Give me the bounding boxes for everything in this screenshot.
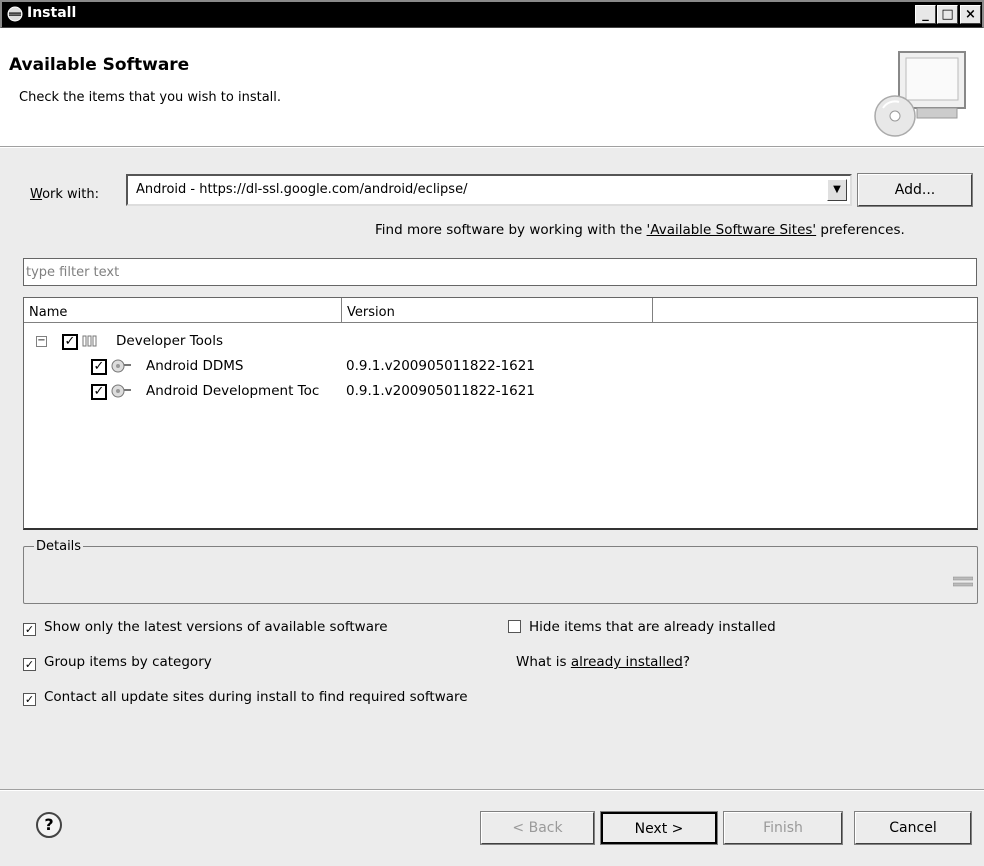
hide-installed-checkbox[interactable] bbox=[508, 620, 521, 633]
filter-input[interactable]: type filter text bbox=[23, 258, 977, 286]
latest-versions-checkbox[interactable]: ✓ bbox=[23, 623, 36, 636]
item-version: 0.9.1.v200905011822-1621 bbox=[346, 383, 535, 399]
category-icon bbox=[82, 335, 97, 347]
minimize-button[interactable]: _ bbox=[915, 5, 936, 24]
eclipse-icon bbox=[7, 6, 23, 22]
banner-divider bbox=[0, 147, 984, 148]
more-details-icon[interactable] bbox=[953, 575, 973, 589]
maximize-button[interactable]: □ bbox=[937, 5, 958, 24]
already-installed-link[interactable]: already installed bbox=[571, 654, 683, 670]
page-title: Available Software bbox=[9, 55, 190, 75]
contact-sites-label: Contact all update sites during install … bbox=[44, 689, 468, 705]
title-bar[interactable]: Install _ □ × bbox=[0, 0, 984, 28]
next-button[interactable]: Next > bbox=[600, 811, 718, 845]
work-with-label: Work with: bbox=[30, 187, 100, 202]
help-icon[interactable]: ? bbox=[36, 812, 62, 838]
details-legend: Details bbox=[34, 539, 84, 554]
plugin-icon bbox=[111, 384, 131, 398]
already-installed-text: What is already installed? bbox=[516, 654, 690, 670]
tree-item-row[interactable]: ✓ Android DDMS 0.9.1.v200905011822-1621 bbox=[24, 356, 624, 378]
back-button[interactable]: < Back bbox=[480, 811, 595, 845]
category-label: Developer Tools bbox=[116, 333, 223, 349]
tree-item-row[interactable]: ✓ Android Development Toc 0.9.1.v2009050… bbox=[24, 381, 624, 403]
column-header-extra[interactable] bbox=[653, 298, 977, 323]
add-site-button[interactable]: Add... bbox=[857, 173, 973, 207]
window-title: Install bbox=[27, 5, 77, 21]
item-checkbox[interactable]: ✓ bbox=[91, 384, 107, 400]
item-checkbox[interactable]: ✓ bbox=[91, 359, 107, 375]
group-by-category-label: Group items by category bbox=[44, 654, 212, 670]
latest-versions-option[interactable]: ✓ Show only the latest versions of availa… bbox=[23, 619, 388, 636]
finish-button[interactable]: Finish bbox=[723, 811, 843, 845]
item-name: Android Development Toc bbox=[146, 383, 320, 399]
find-more-suffix: preferences. bbox=[816, 222, 905, 238]
plugin-icon bbox=[111, 359, 131, 373]
page-subtitle: Check the items that you wish to install… bbox=[19, 90, 282, 105]
item-name: Android DDMS bbox=[146, 358, 244, 374]
footer-divider-highlight bbox=[0, 790, 984, 791]
already-installed-prefix: What is bbox=[516, 654, 571, 670]
tree-category-row[interactable]: − ✓ Developer Tools bbox=[24, 331, 624, 353]
column-header-version[interactable]: Version bbox=[342, 298, 653, 323]
wizard-banner: Available Software Check the items that … bbox=[0, 28, 984, 147]
latest-versions-label: Show only the latest versions of availab… bbox=[44, 619, 388, 635]
column-header-name[interactable]: Name bbox=[24, 298, 342, 323]
contact-sites-option[interactable]: ✓ Contact all update sites during install… bbox=[23, 689, 468, 706]
work-with-combo[interactable]: Android - https://dl-ssl.google.com/andr… bbox=[126, 174, 852, 206]
details-group: Details bbox=[23, 539, 978, 604]
close-button[interactable]: × bbox=[960, 5, 981, 24]
available-software-sites-link[interactable]: 'Available Software Sites' bbox=[647, 222, 817, 238]
contact-sites-checkbox[interactable]: ✓ bbox=[23, 693, 36, 706]
find-more-text: Find more software by working with the '… bbox=[375, 222, 905, 238]
group-by-category-checkbox[interactable]: ✓ bbox=[23, 658, 36, 671]
install-window: Install _ □ × Available Software Check t… bbox=[0, 0, 984, 866]
group-by-category-option[interactable]: ✓ Group items by category bbox=[23, 654, 212, 671]
hide-installed-label: Hide items that are already installed bbox=[529, 619, 776, 635]
collapse-icon[interactable]: − bbox=[36, 336, 47, 347]
already-installed-suffix: ? bbox=[682, 654, 691, 670]
hide-installed-option[interactable]: Hide items that are already installed bbox=[508, 619, 776, 635]
category-checkbox[interactable]: ✓ bbox=[62, 334, 78, 350]
chevron-down-icon[interactable]: ▼ bbox=[827, 179, 847, 201]
item-version: 0.9.1.v200905011822-1621 bbox=[346, 358, 535, 374]
work-with-value: Android - https://dl-ssl.google.com/andr… bbox=[136, 182, 468, 197]
find-more-prefix: Find more software by working with the bbox=[375, 222, 647, 238]
cancel-button[interactable]: Cancel bbox=[854, 811, 972, 845]
computer-cd-icon bbox=[874, 51, 966, 137]
software-tree[interactable]: Name Version − ✓ Developer Tools ✓ Andro… bbox=[23, 297, 978, 530]
